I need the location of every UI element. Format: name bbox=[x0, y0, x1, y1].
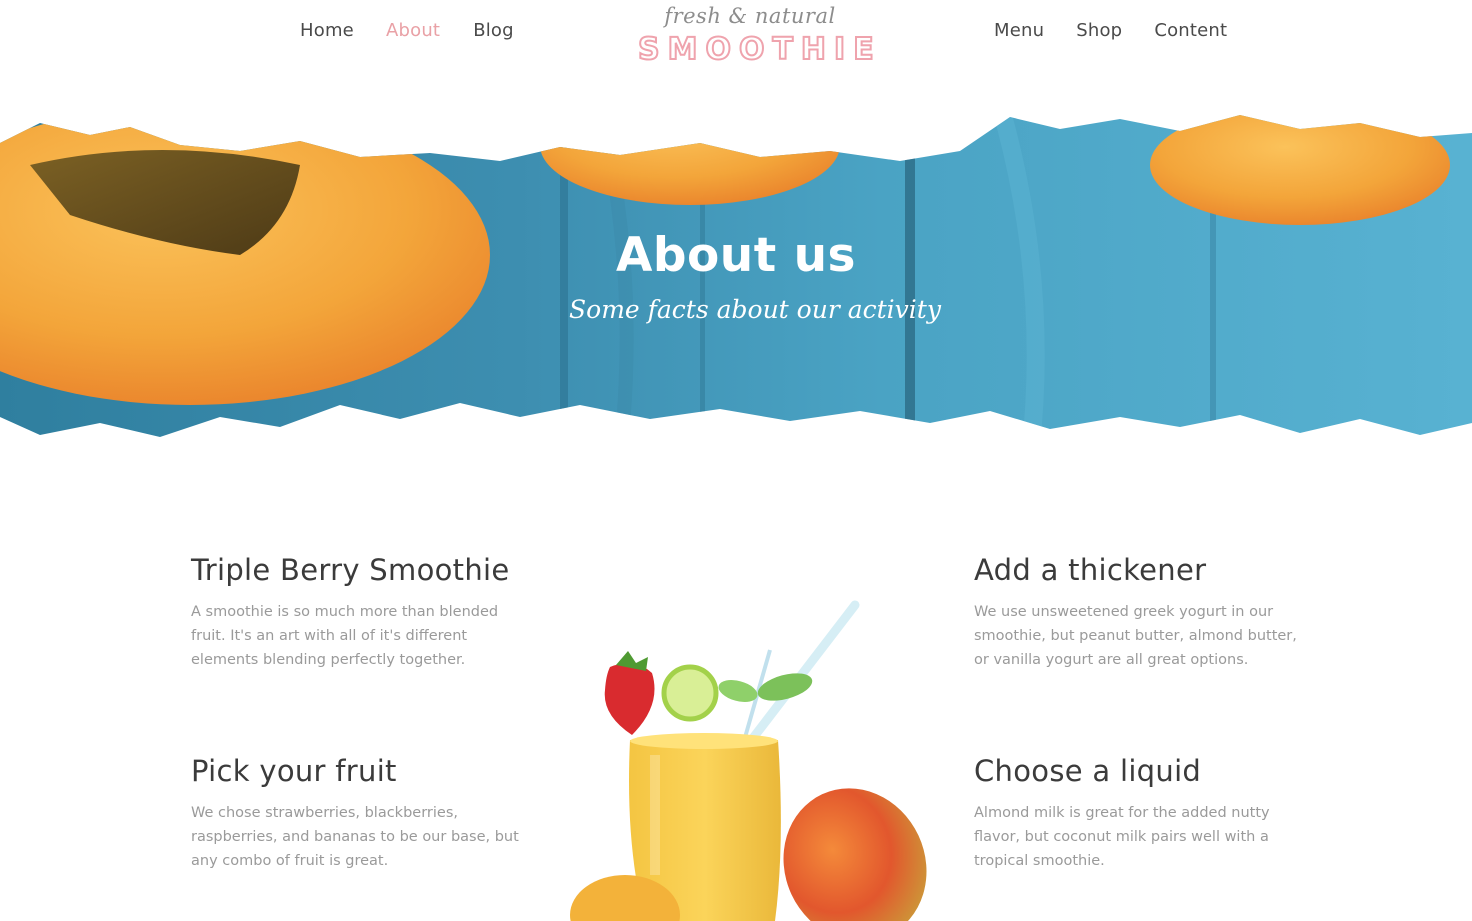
feature-choose-liquid: Choose a liquid Almond milk is great for… bbox=[974, 753, 1314, 873]
hero-subtitle: Some facts about our activity bbox=[569, 295, 941, 324]
feature-pick-fruit: Pick your fruit We chose strawberries, b… bbox=[191, 753, 531, 873]
nav-right: Menu Shop Content bbox=[994, 20, 1227, 41]
feature-triple-berry: Triple Berry Smoothie A smoothie is so m… bbox=[191, 552, 531, 672]
feature-thickener: Add a thickener We use unsweetened greek… bbox=[974, 552, 1314, 672]
feature-title: Add a thickener bbox=[974, 553, 1207, 587]
hero-banner: About us Some facts about our activity bbox=[0, 105, 1472, 455]
nav-left: Home About Blog bbox=[300, 20, 514, 41]
feature-text: We use unsweetened greek yogurt in our s… bbox=[974, 604, 1297, 668]
feature-title: Triple Berry Smoothie bbox=[191, 553, 510, 587]
nav-home-link[interactable]: Home bbox=[300, 20, 354, 41]
logo-brand: SMOOTHIE bbox=[637, 31, 882, 68]
site-logo[interactable]: fresh & natural SMOOTHIE bbox=[630, 2, 882, 70]
logo-tagline: fresh & natural bbox=[664, 4, 836, 28]
nav-blog-link[interactable]: Blog bbox=[473, 20, 514, 41]
nav-content-link[interactable]: Content bbox=[1154, 20, 1227, 41]
smoothie-glass-image bbox=[570, 600, 927, 921]
feature-title: Choose a liquid bbox=[974, 754, 1202, 788]
feature-text: A smoothie is so much more than blended … bbox=[191, 604, 499, 668]
nav-about-link[interactable]: About bbox=[386, 20, 440, 41]
hero-title: About us bbox=[615, 228, 857, 283]
feature-text: Almond milk is great for the added nutty… bbox=[974, 805, 1270, 869]
feature-text: We chose strawberries, blackberries, ras… bbox=[191, 805, 519, 869]
feature-title: Pick your fruit bbox=[191, 754, 397, 788]
nav-menu-link[interactable]: Menu bbox=[994, 20, 1044, 41]
nav-shop-link[interactable]: Shop bbox=[1076, 20, 1122, 41]
